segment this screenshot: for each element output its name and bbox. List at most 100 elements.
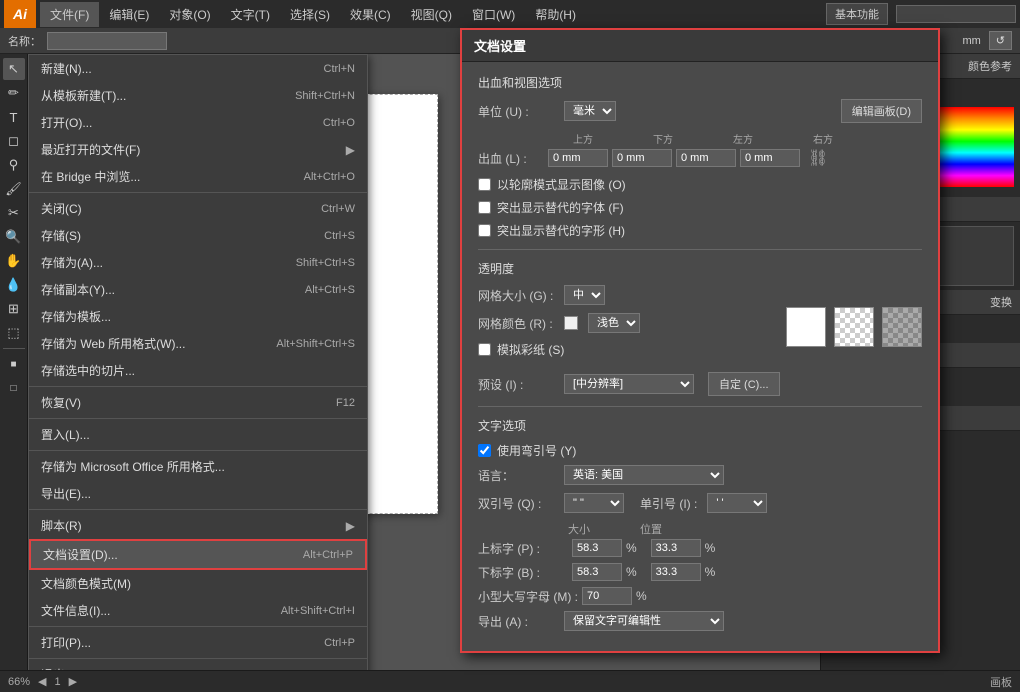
- grid-size-select[interactable]: 中 小 大: [564, 285, 605, 305]
- menu-save-as[interactable]: 存储为(A)... Shift+Ctrl+S: [29, 249, 367, 276]
- subscript-pos-input[interactable]: [651, 563, 701, 581]
- menu-new[interactable]: 新建(N)... Ctrl+N: [29, 55, 367, 82]
- preset-label: 预设 (I) :: [478, 376, 558, 393]
- unit-label: mm: [962, 35, 980, 47]
- menu-save[interactable]: 存储(S) Ctrl+S: [29, 222, 367, 249]
- grid-size-inner-row: 网格大小 (G) : 中 小 大: [478, 285, 786, 305]
- bleed-top-input[interactable]: [548, 149, 608, 167]
- menu-color-mode[interactable]: 文档颜色模式(M): [29, 570, 367, 597]
- menu-save-template[interactable]: 存储为模板...: [29, 303, 367, 330]
- tool-scissors[interactable]: ✂: [3, 202, 25, 224]
- menu-item-object[interactable]: 对象(O): [159, 2, 220, 27]
- grid-preview-checker-dark: [882, 307, 922, 347]
- menu-item-window[interactable]: 窗口(W): [462, 2, 525, 27]
- search-input[interactable]: [896, 5, 1016, 23]
- bleed-bottom-input[interactable]: [612, 149, 672, 167]
- language-row: 语言： 英语: 美国: [478, 465, 922, 485]
- menu-item-file[interactable]: 文件(F): [40, 2, 99, 27]
- sep1: [29, 192, 367, 193]
- menu-item-type[interactable]: 文字(T): [221, 2, 280, 27]
- menu-item-view[interactable]: 视图(Q): [401, 2, 462, 27]
- menu-scripts[interactable]: 脚本(R) ▶: [29, 512, 367, 539]
- menu-doc-setup[interactable]: 文档设置(D)... Alt+Ctrl+P: [29, 539, 367, 570]
- language-select[interactable]: 英语: 美国: [564, 465, 724, 485]
- menu-save-office[interactable]: 存储为 Microsoft Office 所用格式...: [29, 453, 367, 480]
- menu-new-from-template[interactable]: 从模板新建(T)... Shift+Ctrl+N: [29, 82, 367, 109]
- menu-item-help[interactable]: 帮助(H): [525, 2, 586, 27]
- tool-fill[interactable]: ■: [3, 353, 25, 375]
- double-quote-select[interactable]: " ": [564, 493, 624, 513]
- export-select[interactable]: 保留文字可编辑性: [564, 611, 724, 631]
- simulate-paper-checkbox[interactable]: [478, 343, 491, 356]
- tool-select[interactable]: ↖: [3, 58, 25, 80]
- tool-screen[interactable]: □: [3, 377, 25, 399]
- edit-canvas-button[interactable]: 编辑画板(D): [841, 99, 922, 123]
- highlight-glyph-checkbox[interactable]: [478, 224, 491, 237]
- divider1: [478, 249, 922, 250]
- size-position-header: 大小 位置: [568, 521, 922, 537]
- tool-separator: [3, 348, 25, 349]
- bleed-right-input[interactable]: [740, 149, 800, 167]
- highlight-font-checkbox[interactable]: [478, 201, 491, 214]
- dialog-title: 文档设置: [462, 30, 938, 62]
- menu-recent[interactable]: 最近打开的文件(F) ▶: [29, 136, 367, 163]
- outline-mode-checkbox[interactable]: [478, 178, 491, 191]
- preset-select[interactable]: [中分辨率] [低分辨率] [高分辨率]: [564, 374, 694, 394]
- zoom-level: 66%: [8, 676, 30, 688]
- single-quote-select[interactable]: ' ': [707, 493, 767, 513]
- simulate-paper-row: 模拟彩纸 (S): [478, 341, 786, 358]
- single-quote-label: 单引号 (I) :: [640, 495, 697, 512]
- tool-blend[interactable]: ⬚: [3, 322, 25, 344]
- tool-eyedropper[interactable]: 💧: [3, 274, 25, 296]
- tool-transform[interactable]: ⚲: [3, 154, 25, 176]
- tool-hand[interactable]: ✋: [3, 250, 25, 272]
- rotate-button[interactable]: ↺: [989, 31, 1012, 50]
- status-nav-next[interactable]: ▶: [69, 675, 77, 688]
- menu-save-slice[interactable]: 存储选中的切片...: [29, 357, 367, 384]
- tool-paint[interactable]: 🖌: [3, 178, 25, 200]
- tool-shape[interactable]: ◻: [3, 130, 25, 152]
- language-label: 语言：: [478, 467, 558, 484]
- menu-open[interactable]: 打开(O)... Ctrl+O: [29, 109, 367, 136]
- workspace-button[interactable]: 基本功能: [826, 3, 888, 25]
- menu-item-select[interactable]: 选择(S): [280, 2, 340, 27]
- custom-button[interactable]: 自定 (C)...: [708, 372, 780, 396]
- left-toolbox: ↖ ✏ T ◻ ⚲ 🖌 ✂ 🔍 ✋ 💧 ⊞ ⬚ ■ □: [0, 54, 28, 670]
- menu-quit[interactable]: 退出(X) Ctrl+Q: [29, 661, 367, 670]
- subscript-size-input[interactable]: [572, 563, 622, 581]
- menu-place[interactable]: 置入(L)...: [29, 421, 367, 448]
- menu-bridge[interactable]: 在 Bridge 中浏览... Alt+Ctrl+O: [29, 163, 367, 190]
- app-logo: Ai: [4, 0, 36, 28]
- menu-export[interactable]: 导出(E)...: [29, 480, 367, 507]
- sep4: [29, 450, 367, 451]
- superscript-row: 上标字 (P) : % %: [478, 539, 922, 557]
- bleed-left-input[interactable]: [676, 149, 736, 167]
- artboard-name-input[interactable]: [47, 32, 167, 50]
- bleed-row: 出血 (L) : ⛓: [478, 148, 922, 168]
- use-quotes-checkbox[interactable]: [478, 444, 491, 457]
- unit-select[interactable]: 毫米 像素 英寸 厘米: [564, 101, 616, 121]
- menu-file-info[interactable]: 文件信息(I)... Alt+Shift+Ctrl+I: [29, 597, 367, 624]
- status-nav-prev[interactable]: ◀: [38, 675, 46, 688]
- use-quotes-row: 使用弯引号 (Y): [478, 442, 922, 459]
- superscript-pos-input[interactable]: [651, 539, 701, 557]
- menu-save-copy[interactable]: 存储副本(Y)... Alt+Ctrl+S: [29, 276, 367, 303]
- sep6: [29, 626, 367, 627]
- menu-item-edit[interactable]: 编辑(E): [99, 2, 159, 27]
- sep3: [29, 418, 367, 419]
- tool-type[interactable]: T: [3, 106, 25, 128]
- menu-item-effect[interactable]: 效果(C): [340, 2, 401, 27]
- tool-pen[interactable]: ✏: [3, 82, 25, 104]
- menu-save-web[interactable]: 存储为 Web 所用格式(W)... Alt+Shift+Ctrl+S: [29, 330, 367, 357]
- menu-revert[interactable]: 恢复(V) F12: [29, 389, 367, 416]
- tool-zoom[interactable]: 🔍: [3, 226, 25, 248]
- grid-color-select[interactable]: 浅色 深色: [588, 313, 640, 333]
- tool-mesh[interactable]: ⊞: [3, 298, 25, 320]
- menu-close[interactable]: 关闭(C) Ctrl+W: [29, 195, 367, 222]
- superscript-label: 上标字 (P) :: [478, 540, 568, 557]
- menu-print[interactable]: 打印(P)... Ctrl+P: [29, 629, 367, 656]
- small-caps-pct: %: [636, 589, 647, 603]
- small-caps-input[interactable]: [582, 587, 632, 605]
- superscript-size-input[interactable]: [572, 539, 622, 557]
- use-quotes-label: 使用弯引号 (Y): [497, 442, 576, 459]
